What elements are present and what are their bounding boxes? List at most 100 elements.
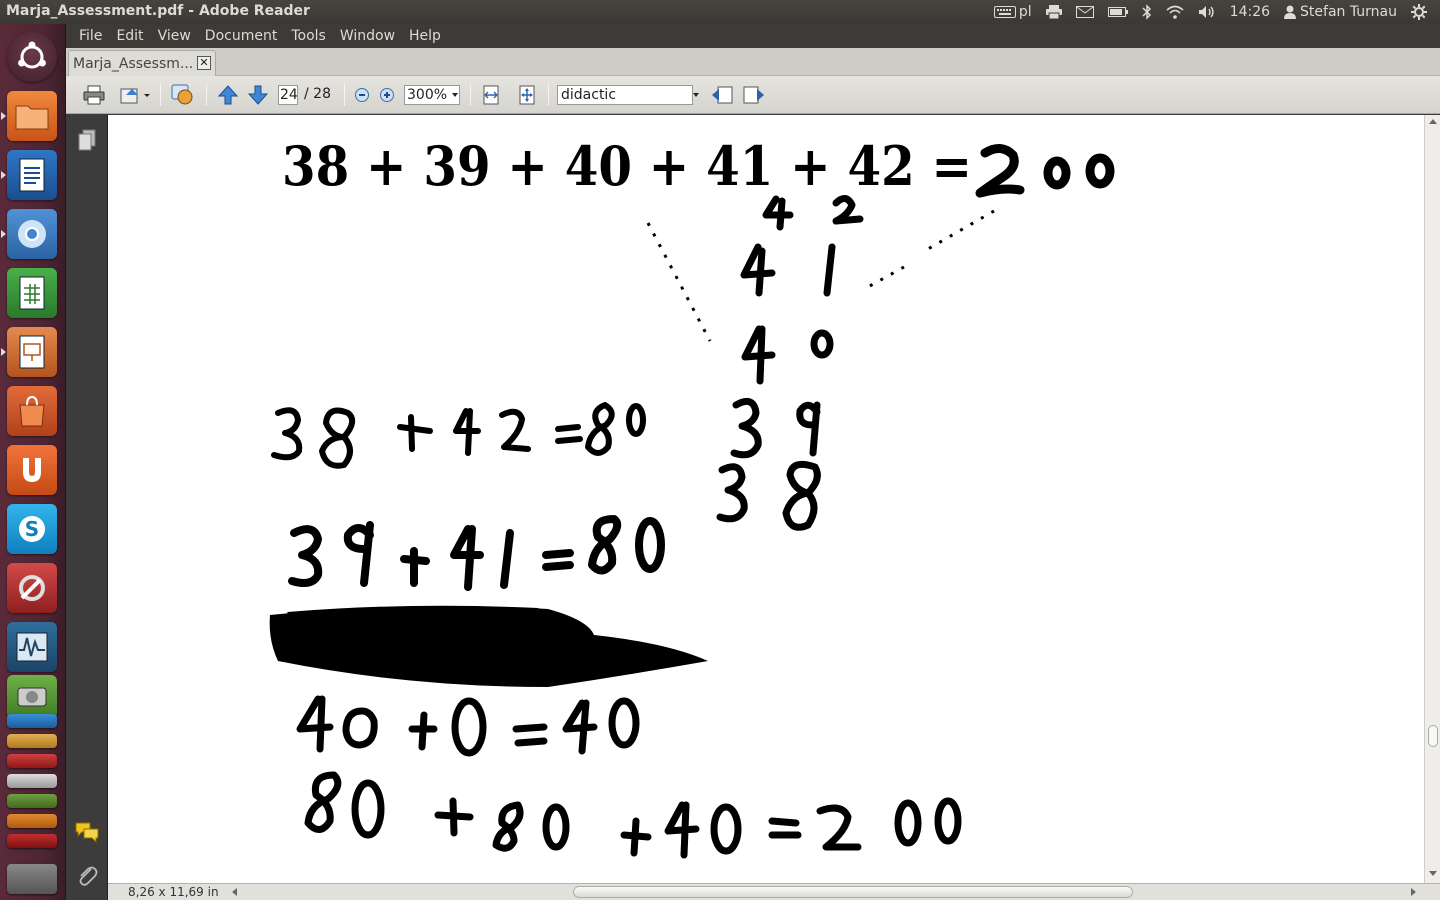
bluetooth-indicator[interactable] bbox=[1135, 0, 1159, 24]
zoom-in-button[interactable] bbox=[377, 83, 397, 107]
status-bar: 8,26 x 11,69 in bbox=[108, 883, 1440, 900]
vertical-scroll-thumb[interactable] bbox=[1428, 725, 1438, 747]
toolbar: 24 / 28 300% didactic bbox=[66, 76, 1440, 114]
ubuntu-one-icon bbox=[23, 458, 41, 482]
menu-tools[interactable]: Tools bbox=[284, 24, 333, 48]
toolbar-separator bbox=[548, 84, 549, 106]
volume-indicator[interactable] bbox=[1191, 0, 1223, 24]
attachments-panel-button[interactable] bbox=[76, 863, 98, 887]
gear-icon bbox=[1411, 4, 1427, 20]
next-page-button[interactable] bbox=[246, 83, 270, 107]
horizontal-scroll-thumb[interactable] bbox=[573, 886, 1133, 898]
launcher-disk-utility[interactable] bbox=[7, 675, 57, 719]
launcher-files[interactable] bbox=[7, 91, 57, 141]
mail-indicator[interactable] bbox=[1069, 0, 1101, 24]
close-tab-button[interactable]: ✕ bbox=[197, 56, 211, 70]
folder-icon bbox=[15, 105, 49, 130]
zoom-out-button[interactable] bbox=[352, 83, 372, 107]
fit-width-icon bbox=[483, 85, 499, 105]
presentation-icon bbox=[19, 335, 45, 369]
user-name: Stefan Turnau bbox=[1300, 4, 1397, 20]
ubuntu-home-button[interactable] bbox=[7, 32, 57, 82]
launcher-running-pip bbox=[1, 230, 6, 238]
menu-file[interactable]: File bbox=[72, 24, 109, 48]
launcher-running-pip bbox=[1, 171, 6, 179]
battery-icon bbox=[1107, 7, 1128, 17]
launcher-impress[interactable] bbox=[7, 327, 57, 377]
menu-view[interactable]: View bbox=[151, 24, 198, 48]
scroll-down-arrow[interactable] bbox=[1429, 871, 1437, 876]
horizontal-scrollbar[interactable] bbox=[228, 886, 1413, 898]
launcher-stacked-item[interactable] bbox=[7, 794, 57, 808]
export-button[interactable] bbox=[118, 83, 152, 107]
text-document-icon bbox=[19, 158, 45, 192]
handwritten-dotted-lines bbox=[646, 209, 995, 342]
document-tab-label: Marja_Assessm... bbox=[73, 55, 193, 72]
document-page[interactable]: 38 + 39 + 40 + 41 + 42 = bbox=[108, 115, 1424, 883]
launcher-calc[interactable] bbox=[7, 268, 57, 318]
page-total: / 28 bbox=[304, 86, 331, 102]
launcher-system-monitor[interactable] bbox=[7, 622, 57, 672]
wrench-icon bbox=[19, 575, 45, 601]
previous-page-button[interactable] bbox=[216, 83, 240, 107]
chromium-icon bbox=[18, 220, 46, 248]
indicator-area: pl 14:26 Stefan Turnau bbox=[987, 0, 1434, 24]
fit-width-button[interactable] bbox=[480, 83, 502, 107]
find-previous-button[interactable] bbox=[710, 83, 734, 107]
toolbar-separator bbox=[206, 84, 207, 106]
find-input[interactable]: didactic bbox=[557, 85, 693, 105]
vertical-scrollbar[interactable] bbox=[1424, 115, 1440, 883]
pages-panel-button[interactable] bbox=[77, 129, 97, 151]
launcher: S bbox=[0, 24, 66, 900]
disk-icon bbox=[17, 687, 47, 707]
find-next-button[interactable] bbox=[742, 83, 766, 107]
page-number-input[interactable]: 24 bbox=[278, 85, 298, 105]
launcher-stacked-item[interactable] bbox=[7, 734, 57, 748]
printer-indicator[interactable] bbox=[1039, 0, 1069, 24]
session-menu[interactable] bbox=[1404, 0, 1434, 24]
fit-page-button[interactable] bbox=[516, 83, 538, 107]
user-menu[interactable]: Stefan Turnau bbox=[1277, 0, 1404, 24]
handwritten-line-38-plus-42 bbox=[271, 402, 646, 469]
launcher-ubuntu-one[interactable] bbox=[7, 445, 57, 495]
launcher-writer[interactable] bbox=[7, 150, 57, 200]
user-icon bbox=[1284, 5, 1297, 19]
printer-icon bbox=[1045, 5, 1062, 19]
volume-icon bbox=[1198, 6, 1214, 18]
print-button[interactable] bbox=[82, 83, 106, 107]
comment-bubbles-icon bbox=[75, 822, 99, 844]
launcher-chromium[interactable] bbox=[7, 209, 57, 259]
scroll-right-arrow[interactable] bbox=[1411, 888, 1416, 896]
document-tab[interactable]: Marja_Assessm... ✕ bbox=[68, 50, 216, 76]
launcher-trash[interactable] bbox=[7, 864, 57, 894]
launcher-system-settings[interactable] bbox=[7, 563, 57, 613]
scribbled-out-line bbox=[269, 605, 708, 687]
handwritten-math-page: 38 + 39 + 40 + 41 + 42 = bbox=[269, 134, 1115, 859]
launcher-stacked-item[interactable] bbox=[7, 774, 57, 788]
launcher-stacked-item[interactable] bbox=[7, 834, 57, 848]
battery-indicator[interactable] bbox=[1101, 0, 1135, 24]
find-next-icon bbox=[743, 86, 764, 104]
launcher-skype[interactable]: S bbox=[7, 504, 57, 554]
menu-edit[interactable]: Edit bbox=[109, 24, 150, 48]
wifi-indicator[interactable] bbox=[1159, 0, 1191, 24]
launcher-stacked-item[interactable] bbox=[7, 754, 57, 768]
menu-document[interactable]: Document bbox=[198, 24, 285, 48]
keyboard-indicator[interactable]: pl bbox=[987, 0, 1039, 24]
collaborate-button[interactable] bbox=[170, 83, 196, 107]
launcher-stacked-item[interactable] bbox=[7, 814, 57, 828]
menu-help[interactable]: Help bbox=[402, 24, 448, 48]
mail-icon bbox=[1075, 6, 1094, 18]
menu-window[interactable]: Window bbox=[333, 24, 402, 48]
clock[interactable]: 14:26 bbox=[1223, 0, 1277, 24]
comments-panel-button[interactable] bbox=[74, 821, 100, 844]
scroll-up-arrow[interactable] bbox=[1429, 119, 1437, 124]
typed-equation: 38 + 39 + 40 + 41 + 42 = bbox=[282, 134, 972, 198]
toolbar-separator bbox=[344, 84, 345, 106]
launcher-software-center[interactable] bbox=[7, 386, 57, 436]
handwritten-result-200 bbox=[975, 144, 1115, 198]
launcher-stacked-item[interactable] bbox=[7, 714, 57, 728]
printer-icon bbox=[83, 85, 105, 105]
monitor-graph-icon bbox=[16, 632, 48, 662]
arrow-up-icon bbox=[218, 85, 238, 105]
